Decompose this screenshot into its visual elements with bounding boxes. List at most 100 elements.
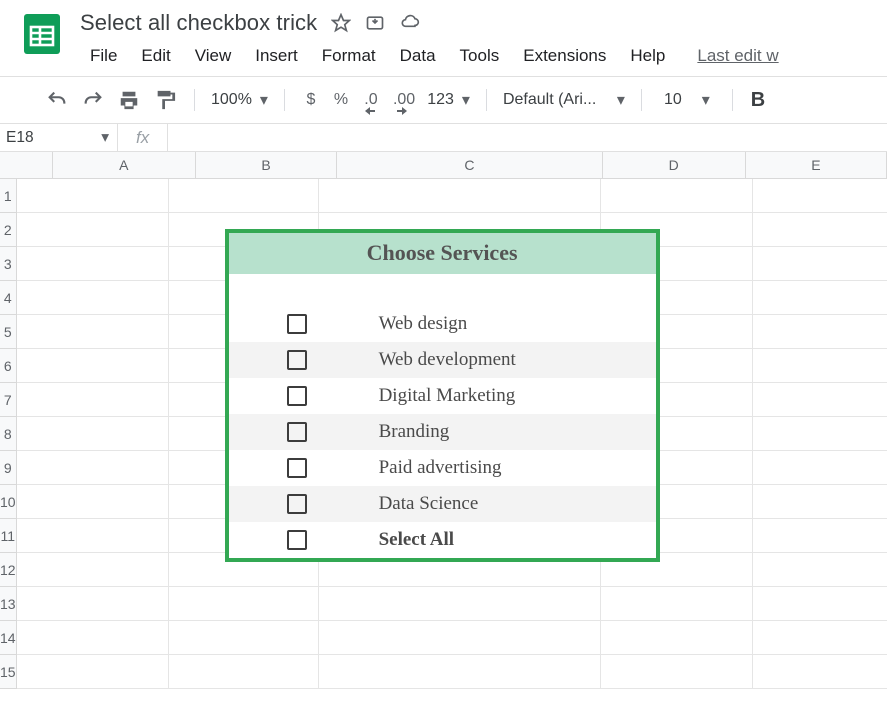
cell[interactable] (601, 655, 753, 689)
row-header[interactable]: 13 (0, 587, 16, 621)
cell[interactable] (17, 179, 169, 213)
menu-extensions[interactable]: Extensions (513, 42, 616, 70)
cell[interactable] (169, 621, 319, 655)
menu-help[interactable]: Help (620, 42, 675, 70)
cell[interactable] (319, 655, 601, 689)
checkbox[interactable] (287, 530, 307, 550)
name-box[interactable]: E18 ▾ (0, 124, 118, 151)
menu-tools[interactable]: Tools (450, 42, 510, 70)
col-header-a[interactable]: A (53, 152, 196, 178)
move-icon[interactable] (365, 13, 385, 33)
cell[interactable] (17, 519, 169, 553)
cell[interactable] (753, 281, 887, 315)
checkbox[interactable] (287, 314, 307, 334)
bold-button[interactable]: B (745, 89, 771, 112)
last-edit-link[interactable]: Last edit w (679, 42, 778, 70)
cell[interactable] (17, 213, 169, 247)
cell[interactable] (753, 587, 887, 621)
row-header[interactable]: 7 (0, 383, 16, 417)
col-header-c[interactable]: C (337, 152, 602, 178)
cell[interactable] (601, 587, 753, 621)
format-percent-button[interactable]: % (327, 85, 355, 115)
select-all-corner[interactable] (0, 152, 53, 178)
row-header[interactable]: 1 (0, 179, 16, 213)
menu-data[interactable]: Data (390, 42, 446, 70)
cell[interactable] (319, 587, 601, 621)
cell[interactable] (319, 179, 601, 213)
star-icon[interactable] (331, 13, 351, 33)
cell[interactable] (753, 451, 887, 485)
cell[interactable] (169, 587, 319, 621)
row-header[interactable]: 3 (0, 247, 16, 281)
menu-file[interactable]: File (80, 42, 127, 70)
cell[interactable] (17, 621, 169, 655)
row-header[interactable]: 12 (0, 553, 16, 587)
zoom-dropdown[interactable]: 100% ▾ (207, 90, 272, 110)
print-icon[interactable] (112, 85, 146, 115)
font-size-dropdown[interactable]: 10 ▾ (654, 90, 720, 110)
checkbox[interactable] (287, 350, 307, 370)
row-header[interactable]: 2 (0, 213, 16, 247)
increase-decimals-button[interactable]: .00 (387, 85, 421, 115)
cell[interactable] (753, 621, 887, 655)
menu-edit[interactable]: Edit (131, 42, 180, 70)
font-dropdown[interactable]: Default (Ari... ▾ (499, 90, 629, 110)
cell[interactable] (753, 315, 887, 349)
checkbox[interactable] (287, 458, 307, 478)
row-header[interactable]: 14 (0, 621, 16, 655)
cell[interactable] (17, 349, 169, 383)
cell[interactable] (319, 621, 601, 655)
cell[interactable] (601, 621, 753, 655)
row-header[interactable]: 11 (0, 519, 16, 553)
format-currency-button[interactable]: $ (297, 85, 325, 115)
cell[interactable] (17, 451, 169, 485)
cell[interactable] (753, 553, 887, 587)
row-header[interactable]: 5 (0, 315, 16, 349)
cell[interactable] (17, 417, 169, 451)
row-header[interactable]: 6 (0, 349, 16, 383)
col-header-b[interactable]: B (196, 152, 337, 178)
cell[interactable] (753, 655, 887, 689)
row-header[interactable]: 8 (0, 417, 16, 451)
cell[interactable] (17, 281, 169, 315)
cell[interactable] (169, 179, 319, 213)
checkbox[interactable] (287, 386, 307, 406)
cell[interactable] (17, 247, 169, 281)
cell[interactable] (753, 349, 887, 383)
cells-area[interactable]: Choose Services Web designWeb developmen… (17, 179, 887, 689)
cell[interactable] (17, 315, 169, 349)
checkbox[interactable] (287, 422, 307, 442)
more-formats-dropdown[interactable]: 123 ▾ (423, 90, 474, 110)
cell[interactable] (169, 655, 319, 689)
cell[interactable] (17, 655, 169, 689)
caret-down-icon: ▾ (702, 90, 710, 110)
cell[interactable] (753, 213, 887, 247)
cell[interactable] (17, 383, 169, 417)
cloud-status-icon[interactable] (399, 13, 421, 33)
cell[interactable] (753, 179, 887, 213)
row-header[interactable]: 9 (0, 451, 16, 485)
cell[interactable] (753, 417, 887, 451)
cell[interactable] (17, 485, 169, 519)
redo-icon[interactable] (76, 85, 110, 115)
cell[interactable] (17, 587, 169, 621)
checkbox[interactable] (287, 494, 307, 514)
menu-format[interactable]: Format (312, 42, 386, 70)
cell[interactable] (601, 179, 753, 213)
row-header[interactable]: 15 (0, 655, 16, 689)
col-header-d[interactable]: D (603, 152, 746, 178)
row-header[interactable]: 10 (0, 485, 16, 519)
decrease-decimals-button[interactable]: .0 (357, 85, 385, 115)
menu-insert[interactable]: Insert (245, 42, 308, 70)
row-header[interactable]: 4 (0, 281, 16, 315)
cell[interactable] (753, 383, 887, 417)
paint-format-icon[interactable] (148, 85, 182, 115)
col-header-e[interactable]: E (746, 152, 887, 178)
doc-title[interactable]: Select all checkbox trick (80, 10, 317, 36)
menu-view[interactable]: View (185, 42, 242, 70)
cell[interactable] (17, 553, 169, 587)
cell[interactable] (753, 519, 887, 553)
undo-icon[interactable] (40, 85, 74, 115)
cell[interactable] (753, 247, 887, 281)
cell[interactable] (753, 485, 887, 519)
